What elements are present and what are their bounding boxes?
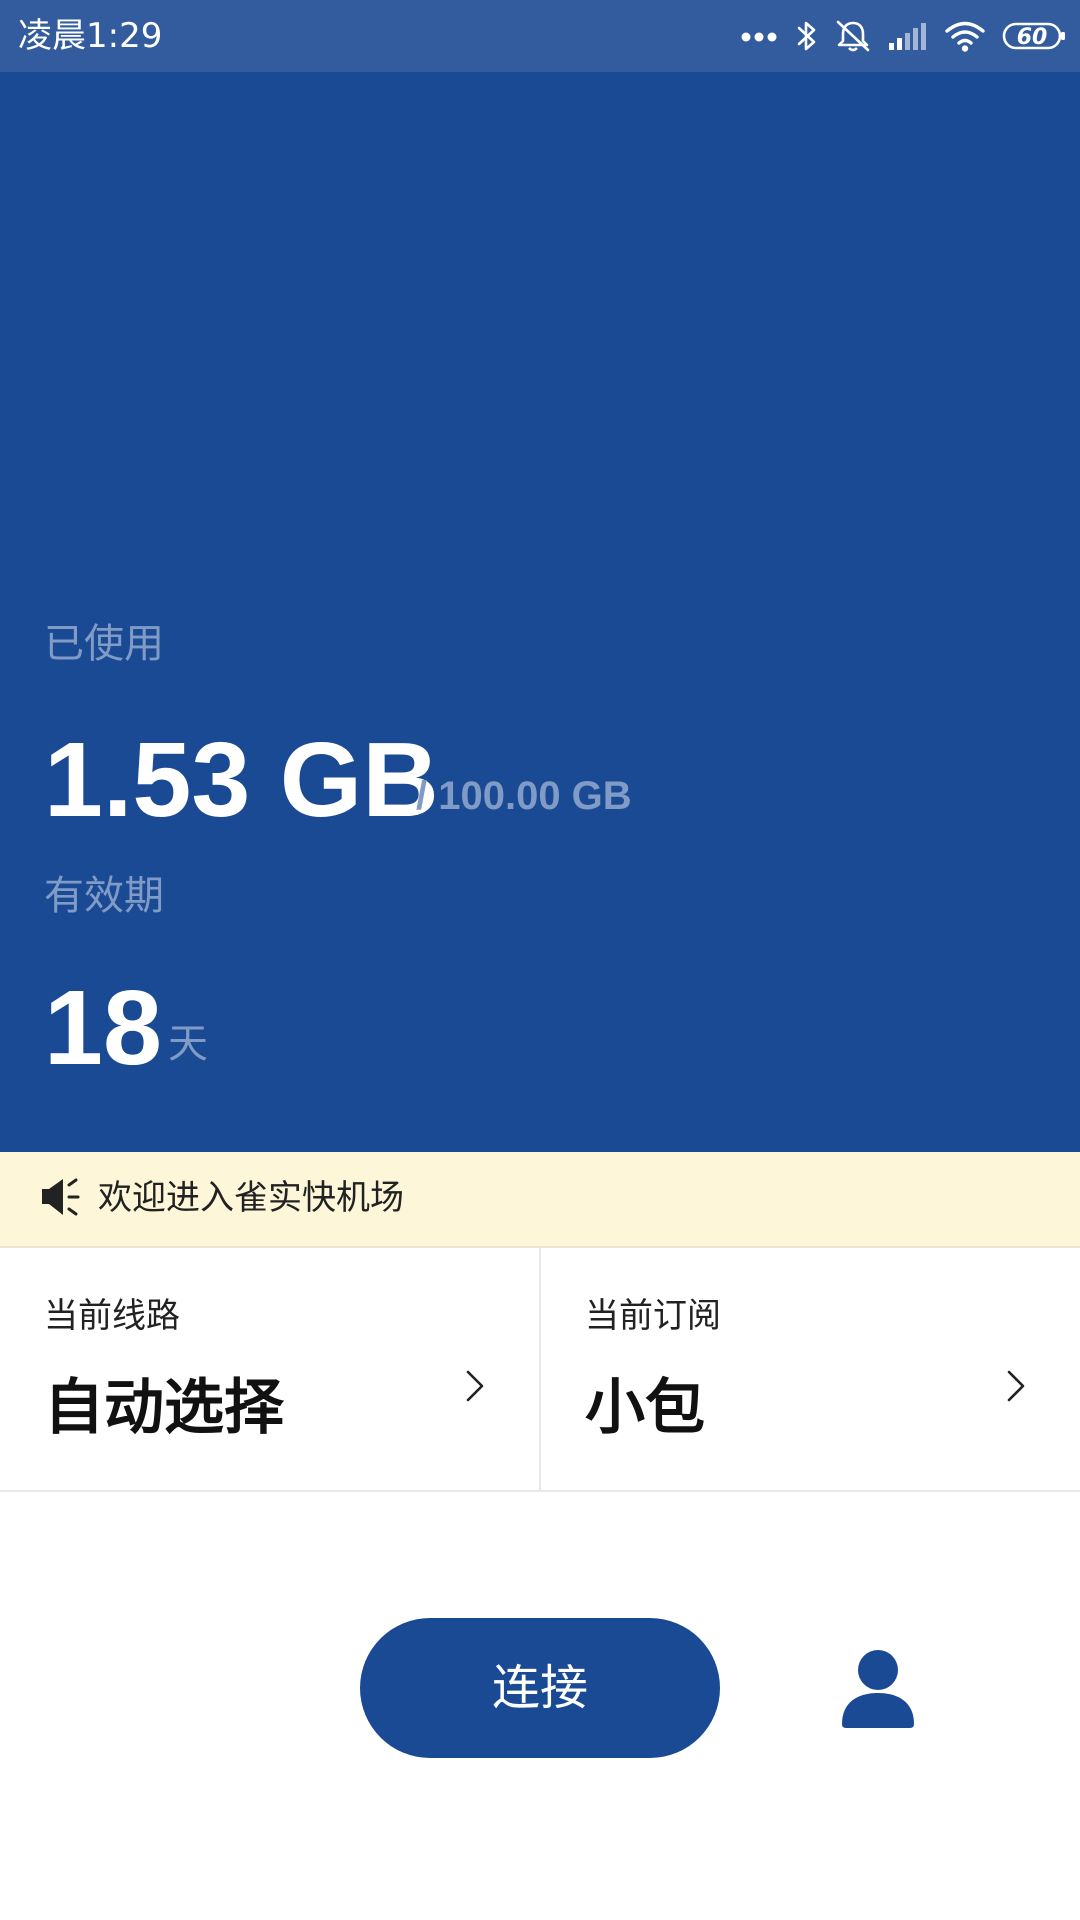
status-bar: 凌晨1:29 60 bbox=[0, 0, 1080, 72]
current-subscription-value: 小包 bbox=[585, 1373, 705, 1443]
current-subscription-label: 当前订阅 bbox=[585, 1296, 721, 1336]
days-unit: 天 bbox=[168, 1021, 208, 1067]
info-cards: 当前线路 自动选择 当前订阅 小包 bbox=[0, 1248, 1080, 1492]
status-icons: 60 bbox=[740, 12, 1066, 60]
status-time: 凌晨1:29 bbox=[18, 16, 163, 56]
current-subscription-card[interactable]: 当前订阅 小包 bbox=[541, 1248, 1080, 1490]
cell-signal-icon bbox=[888, 21, 928, 51]
connect-button[interactable]: 连接 bbox=[360, 1618, 720, 1758]
current-route-value: 自动选择 bbox=[44, 1373, 284, 1443]
chevron-right-icon bbox=[461, 1366, 489, 1406]
chevron-right-icon bbox=[1002, 1366, 1030, 1406]
more-dots-icon bbox=[740, 29, 780, 43]
notice-bar: 欢迎进入雀实快机场 bbox=[0, 1152, 1080, 1248]
bell-off-icon bbox=[834, 18, 872, 54]
total-quota: / 100.00 GB bbox=[416, 774, 632, 818]
wifi-icon bbox=[944, 19, 986, 53]
battery-icon: 60 bbox=[1002, 21, 1066, 51]
notice-text: 欢迎进入雀实快机场 bbox=[98, 1178, 404, 1218]
megaphone-icon bbox=[40, 1174, 86, 1220]
usage-panel: 已使用 1.53 GB / 100.00 GB 有效期 18 天 bbox=[0, 72, 1080, 1152]
used-label: 已使用 bbox=[44, 621, 164, 667]
app-screen: 凌晨1:29 60 已使用 1.53 GB / 100.00 GB 有效期 18… bbox=[0, 0, 1080, 1920]
battery-level: 60 bbox=[1017, 25, 1048, 50]
current-route-label: 当前线路 bbox=[44, 1296, 180, 1336]
user-icon[interactable] bbox=[838, 1646, 918, 1730]
used-value: 1.53 GB bbox=[44, 721, 439, 839]
validity-label: 有效期 bbox=[44, 873, 164, 919]
bluetooth-icon bbox=[796, 18, 818, 54]
current-route-card[interactable]: 当前线路 自动选择 bbox=[0, 1248, 539, 1490]
days-remaining: 18 bbox=[44, 969, 162, 1087]
